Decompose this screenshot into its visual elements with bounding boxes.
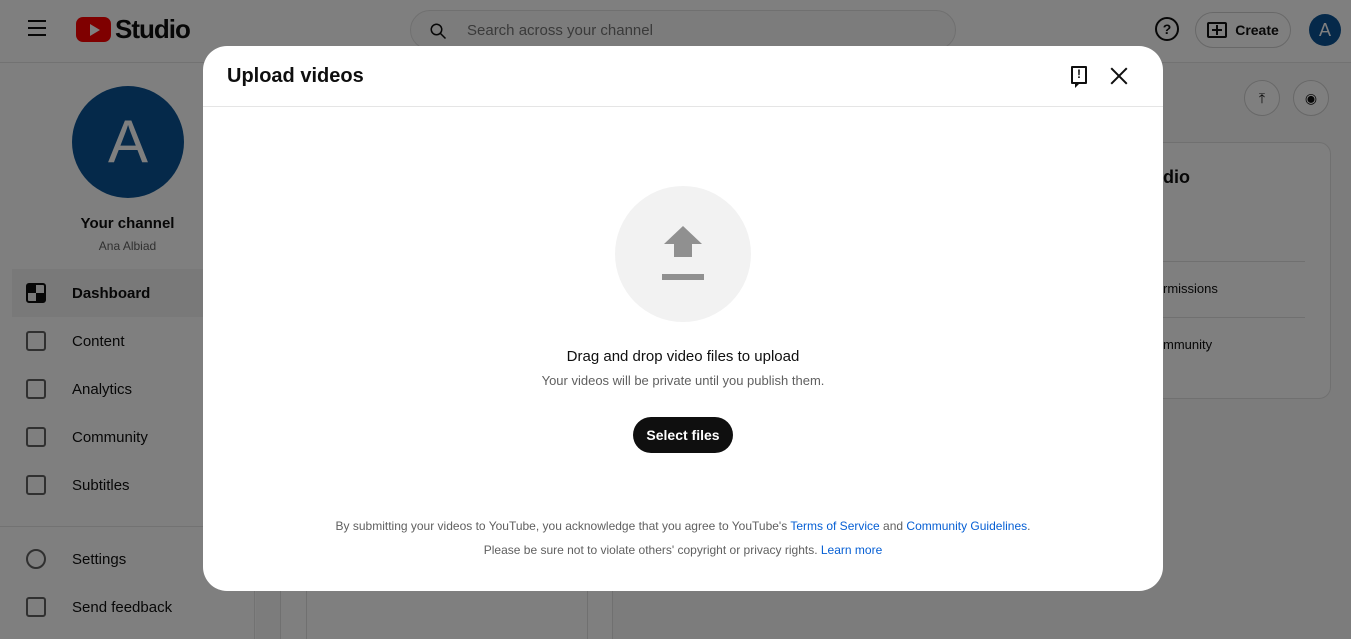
dialog-header: Upload videos ! — [203, 46, 1163, 107]
legal-text: Please be sure not to violate others' co… — [483, 543, 821, 557]
legal-text: and — [879, 519, 907, 533]
drag-drop-subtitle: Your videos will be private until you pu… — [541, 373, 825, 388]
legal-notice-line2: Please be sure not to violate others' co… — [203, 543, 1163, 557]
send-feedback-icon[interactable]: ! — [1071, 66, 1087, 88]
legal-notice-line1: By submitting your videos to YouTube, yo… — [203, 519, 1163, 533]
close-icon[interactable] — [1109, 66, 1129, 86]
upload-drop-zone[interactable] — [615, 186, 751, 322]
drag-drop-title: Drag and drop video files to upload — [566, 348, 800, 365]
learn-more-link[interactable]: Learn more — [821, 543, 882, 557]
dialog-title: Upload videos — [227, 65, 364, 87]
legal-text: By submitting your videos to YouTube, yo… — [335, 519, 791, 533]
upload-videos-dialog: Upload videos ! Drag and drop video file… — [203, 46, 1163, 591]
terms-of-service-link[interactable]: Terms of Service — [790, 519, 879, 533]
select-files-button[interactable]: Select files — [633, 417, 733, 453]
community-guidelines-link[interactable]: Community Guidelines — [906, 519, 1027, 533]
legal-text: . — [1027, 519, 1031, 533]
upload-arrow-icon — [660, 226, 706, 282]
